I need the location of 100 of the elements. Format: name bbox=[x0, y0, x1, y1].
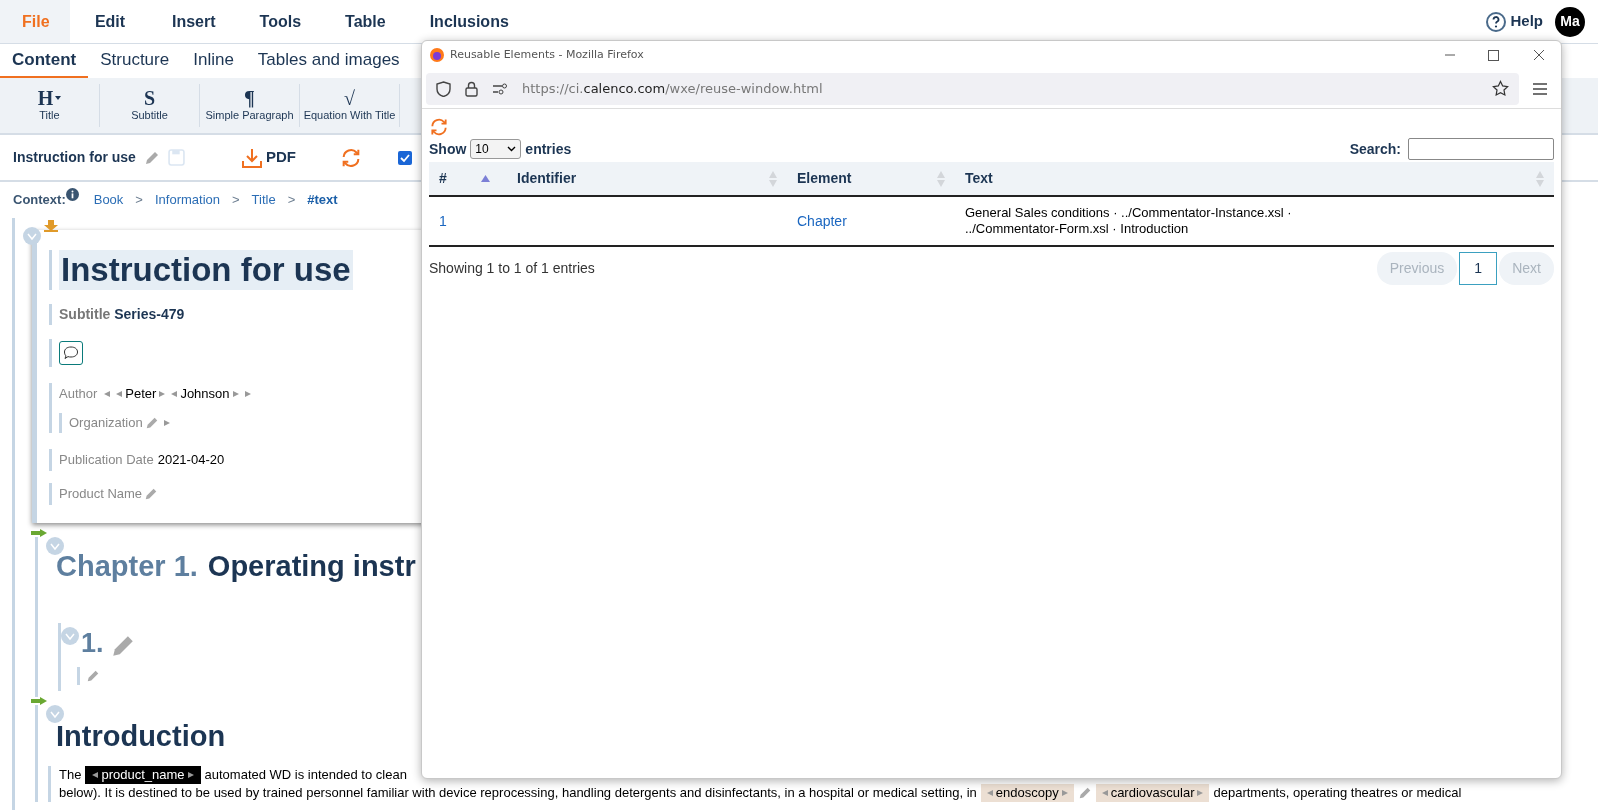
document-heading: Instruction for use bbox=[59, 250, 353, 290]
insert-above-icon[interactable] bbox=[43, 220, 59, 232]
pencil-icon[interactable] bbox=[144, 416, 159, 430]
pencil-icon[interactable] bbox=[144, 487, 159, 501]
left-marker-icon bbox=[1101, 789, 1108, 796]
pencil-icon[interactable] bbox=[1077, 785, 1092, 800]
menu-item[interactable]: Tools bbox=[237, 0, 324, 43]
toolbar-button[interactable]: S Subtitle bbox=[100, 84, 200, 127]
keyword-tag[interactable]: cardiovascular bbox=[1095, 783, 1210, 802]
date-value: 2021-04-20 bbox=[157, 451, 225, 470]
pdf-button[interactable]: PDF bbox=[240, 146, 296, 169]
star-icon[interactable] bbox=[1492, 80, 1509, 97]
menu-item[interactable]: Insert bbox=[150, 0, 238, 43]
subtitle-text: Series-479 bbox=[114, 306, 185, 322]
breadcrumb-separator: > bbox=[232, 191, 240, 210]
search-field[interactable] bbox=[1408, 138, 1554, 160]
table-info: Showing 1 to 1 of 1 entries bbox=[429, 259, 595, 278]
refresh-icon[interactable] bbox=[429, 117, 449, 137]
right-marker-icon bbox=[163, 420, 170, 426]
chapter-number: Chapter 1. bbox=[56, 549, 198, 584]
toolbar-button[interactable]: H Title bbox=[0, 84, 100, 127]
right-marker-icon bbox=[159, 391, 166, 397]
help-button[interactable]: Help bbox=[1486, 10, 1543, 33]
pencil-icon[interactable] bbox=[143, 149, 160, 166]
left-marker-icon bbox=[171, 391, 178, 397]
window-title: Reusable Elements - Mozilla Firefox bbox=[450, 46, 644, 63]
context-label: Context: bbox=[13, 191, 66, 210]
permissions-icon bbox=[492, 82, 508, 95]
maximize-icon[interactable] bbox=[1488, 49, 1499, 61]
arrow-icon[interactable] bbox=[31, 529, 47, 537]
author-name: Johnson bbox=[180, 385, 230, 404]
menu-item[interactable]: Inclusions bbox=[407, 0, 531, 43]
paragraph-text: below). It is destined to be used by trained personnel familiar with device reprocessing, handling detergents and disinfectants, in a hospital or medical setting, in bbox=[59, 783, 977, 802]
variable-tag[interactable]: product_name bbox=[85, 765, 201, 784]
page-size-select[interactable]: 10 bbox=[470, 139, 522, 159]
right-marker-icon bbox=[232, 391, 239, 397]
field-label: Subtitle bbox=[59, 306, 111, 322]
paragraph-text: departments, operating theatres or medical bbox=[1213, 783, 1462, 802]
column-header[interactable]: Element bbox=[787, 162, 955, 196]
left-marker-icon bbox=[92, 771, 99, 778]
ribbon-tab[interactable]: Tables and images bbox=[245, 44, 412, 78]
left-marker-icon bbox=[104, 391, 111, 397]
field-label: Product Name bbox=[59, 485, 143, 504]
right-marker-icon bbox=[187, 771, 194, 778]
address-bar[interactable]: https://ci.calenco.com/wxe/reuse-window.html bbox=[426, 72, 1519, 105]
entries-label: entries bbox=[525, 139, 572, 159]
collapse-toggle[interactable] bbox=[46, 537, 64, 555]
user-avatar[interactable]: Ma bbox=[1555, 6, 1585, 37]
breadcrumb-link[interactable]: Title bbox=[251, 190, 276, 210]
element-link[interactable]: Chapter bbox=[797, 212, 847, 229]
breadcrumb-separator: > bbox=[287, 191, 296, 210]
right-marker-icon bbox=[1197, 789, 1204, 796]
collapse-toggle[interactable] bbox=[46, 705, 64, 723]
close-icon[interactable] bbox=[1533, 49, 1545, 61]
browser-logo-icon bbox=[430, 48, 444, 62]
paragraph-text: automated WD is intended to clean bbox=[204, 765, 407, 784]
field-label: Author bbox=[59, 385, 98, 404]
collapse-toggle[interactable] bbox=[61, 626, 79, 645]
left-marker-icon bbox=[116, 391, 123, 397]
save-icon[interactable] bbox=[167, 149, 185, 166]
keyword-tag[interactable]: endoscopy bbox=[980, 783, 1074, 802]
field-label: Organization bbox=[69, 414, 143, 433]
search-label: Search: bbox=[1349, 139, 1401, 159]
info-icon[interactable] bbox=[65, 187, 79, 201]
download-icon bbox=[240, 146, 263, 169]
chevron-down-icon bbox=[507, 146, 517, 152]
chapter-title: Operating instr bbox=[207, 549, 416, 584]
table-cell: General Sales conditions · ../Commentator-Instance.xsl · ../Commentator-Form.xsl · Introduction bbox=[955, 196, 1554, 246]
menu-icon[interactable] bbox=[1533, 82, 1547, 95]
section-heading: Introduction bbox=[56, 720, 226, 752]
column-header[interactable]: Identifier bbox=[507, 162, 787, 196]
toolbar-button[interactable]: ¶ Simple Paragraph bbox=[200, 84, 300, 127]
comment-icon[interactable] bbox=[59, 341, 83, 365]
menu-item[interactable]: Table bbox=[323, 0, 408, 43]
ribbon-tab[interactable]: Inline bbox=[181, 44, 246, 78]
shield-icon bbox=[436, 80, 451, 97]
lock-icon bbox=[465, 80, 478, 97]
show-label: Show bbox=[429, 139, 467, 159]
column-header[interactable]: # bbox=[429, 162, 507, 196]
toolbar-button[interactable]: √ Equation With Title bbox=[300, 84, 400, 127]
field-label: Publication Date bbox=[59, 451, 154, 470]
ribbon-tab[interactable]: Structure bbox=[88, 44, 182, 78]
collapse-toggle[interactable] bbox=[23, 227, 41, 245]
url-text: https://ci.calenco.com/wxe/reuse-window.html bbox=[522, 79, 823, 98]
checkbox[interactable] bbox=[397, 150, 412, 165]
breadcrumb-link[interactable]: #text bbox=[307, 190, 338, 210]
breadcrumb-link[interactable]: Information bbox=[154, 190, 220, 210]
paragraph-text: The bbox=[59, 765, 82, 784]
pencil-icon[interactable] bbox=[86, 669, 100, 683]
menu-item[interactable]: Edit bbox=[70, 0, 150, 43]
author-name: Peter bbox=[125, 385, 157, 404]
row-number-link[interactable]: 1 bbox=[439, 212, 447, 229]
document-title: Instruction for use bbox=[13, 148, 136, 167]
page-button[interactable]: 1 bbox=[1459, 252, 1498, 285]
breadcrumb-separator: > bbox=[135, 191, 143, 210]
right-marker-icon bbox=[1061, 789, 1068, 796]
column-header[interactable]: Text bbox=[955, 162, 1554, 196]
left-marker-icon bbox=[986, 789, 993, 796]
breadcrumb-link[interactable]: Book bbox=[93, 190, 124, 210]
arrow-icon[interactable] bbox=[31, 697, 47, 705]
